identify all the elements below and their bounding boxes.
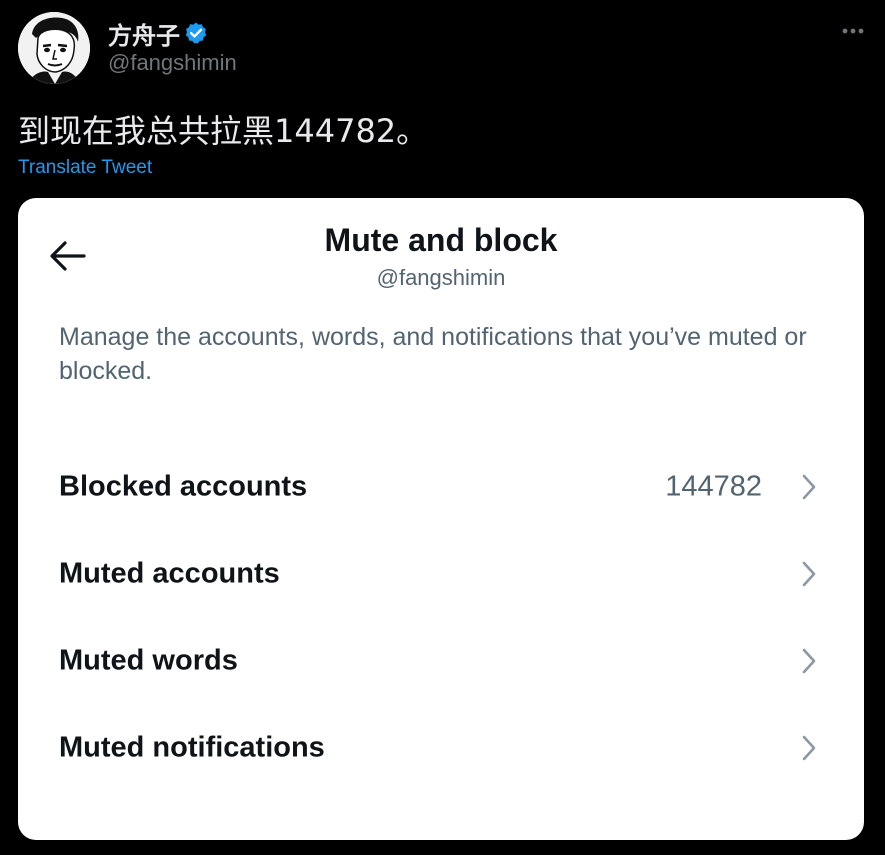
settings-title: Mute and block — [324, 222, 558, 258]
row-label: Muted words — [59, 644, 238, 676]
blocked-count: 144782 — [665, 470, 762, 502]
verified-badge-icon — [185, 22, 207, 44]
embedded-screenshot-card[interactable]: Mute and block @fangshimin Manage the ac… — [18, 198, 864, 840]
author-handle[interactable]: @fangshimin — [108, 50, 237, 76]
tweet-text: 到现在我总共拉黑144782。 — [18, 112, 429, 150]
row-label: Muted notifications — [59, 731, 325, 763]
settings-row-muted-notifications: Muted notifications — [18, 704, 864, 791]
chevron-right-icon — [802, 474, 816, 499]
row-label: Muted accounts — [59, 557, 280, 589]
row-label: Blocked accounts — [59, 470, 308, 502]
settings-description: Manage the accounts, words, and notifica… — [59, 323, 807, 385]
display-name-row: 方舟子 — [108, 16, 208, 51]
settings-subtitle: @fangshimin — [376, 265, 506, 290]
chevron-right-icon — [802, 735, 816, 760]
avatar[interactable] — [18, 12, 90, 84]
display-name[interactable]: 方舟子 — [108, 16, 180, 51]
portrait-avatar-icon — [18, 12, 90, 84]
settings-row-muted-words: Muted words — [18, 617, 864, 704]
settings-row-muted-accounts: Muted accounts — [18, 530, 864, 617]
chevron-right-icon — [802, 561, 816, 586]
chevron-right-icon — [802, 648, 816, 673]
settings-row-blocked-accounts: Blocked accounts 144782 — [18, 443, 864, 530]
translate-tweet-link[interactable]: Translate Tweet — [18, 157, 152, 179]
more-options-button[interactable] — [840, 18, 866, 44]
tweet-header: 方舟子 @fangshimin — [18, 12, 868, 84]
more-horizontal-icon — [842, 28, 864, 34]
